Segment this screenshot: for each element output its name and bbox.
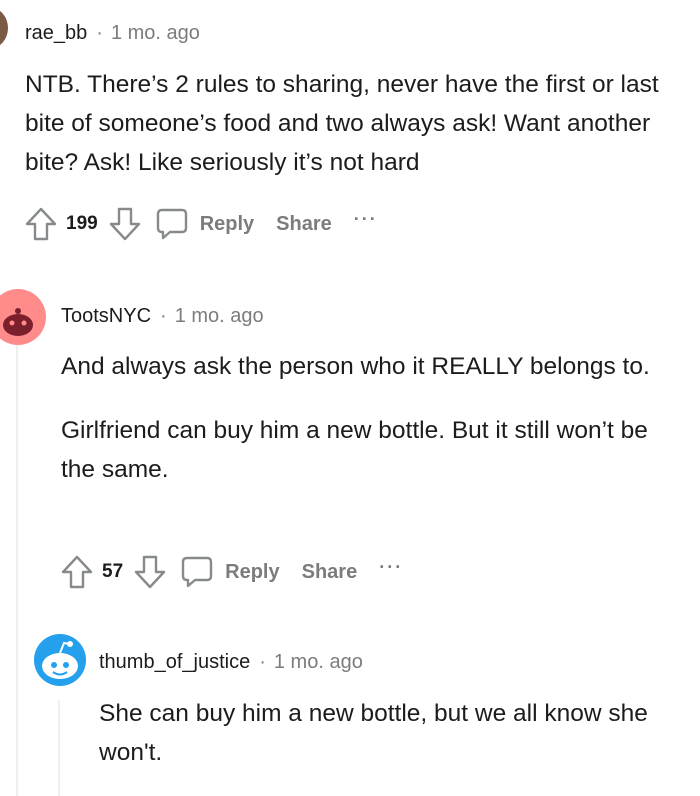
- timestamp[interactable]: 1 mo. ago: [175, 305, 264, 328]
- comment-bubble-icon: [181, 556, 213, 588]
- downvote-arrow-icon[interactable]: [108, 206, 142, 242]
- timestamp[interactable]: 1 mo. ago: [111, 22, 200, 45]
- upvote-arrow-icon[interactable]: [60, 554, 94, 590]
- comment-paragraph: Girlfriend can buy him a new bottle. But…: [61, 417, 648, 483]
- upvote-arrow-icon[interactable]: [24, 206, 58, 242]
- thread-line[interactable]: [16, 345, 18, 796]
- avatar[interactable]: [34, 634, 86, 686]
- separator-dot: ·: [160, 305, 167, 327]
- separator-dot: ·: [96, 22, 103, 44]
- username[interactable]: rae_bb: [25, 22, 87, 45]
- comment-paragraph: She can buy him a new bottle, but we all…: [99, 700, 648, 766]
- comment-body: She can buy him a new bottle, but we all…: [99, 694, 679, 772]
- comment-header: rae_bb · 1 mo. ago: [25, 22, 200, 45]
- snoo-icon: [3, 308, 33, 336]
- reply-label: Reply: [225, 560, 280, 583]
- comment-header: thumb_of_justice · 1 mo. ago: [99, 651, 363, 674]
- reply-label: Reply: [199, 212, 255, 235]
- comment-actions: 57 Reply Share ···: [60, 552, 403, 592]
- share-button[interactable]: Share: [302, 561, 358, 584]
- share-button[interactable]: Share: [276, 213, 332, 236]
- avatar[interactable]: [0, 8, 8, 48]
- avatar[interactable]: [0, 289, 46, 345]
- reply-button[interactable]: Reply: [181, 555, 280, 589]
- comment-bubble-icon: [156, 208, 187, 240]
- comment-header: TootsNYC · 1 mo. ago: [61, 305, 264, 328]
- more-options-icon[interactable]: ···: [379, 557, 403, 578]
- timestamp[interactable]: 1 mo. ago: [274, 651, 363, 674]
- comment-actions: 199 Reply Share ···: [24, 204, 378, 244]
- snoo-icon: [42, 641, 78, 679]
- comment-paragraph: And always ask the person who it REALLY …: [61, 353, 650, 380]
- vote-score: 57: [102, 561, 124, 582]
- separator-dot: ·: [259, 651, 266, 673]
- thread-line[interactable]: [58, 700, 60, 796]
- comment-body: And always ask the person who it REALLY …: [61, 347, 681, 489]
- vote-score: 199: [66, 213, 98, 234]
- username[interactable]: thumb_of_justice: [99, 651, 250, 674]
- more-options-icon[interactable]: ···: [354, 209, 378, 230]
- comment-body: NTB. There’s 2 rules to sharing, never h…: [25, 65, 695, 182]
- reply-button[interactable]: Reply: [156, 207, 254, 241]
- downvote-arrow-icon[interactable]: [133, 554, 167, 590]
- comment-paragraph: NTB. There’s 2 rules to sharing, never h…: [25, 71, 659, 176]
- username[interactable]: TootsNYC: [61, 305, 151, 328]
